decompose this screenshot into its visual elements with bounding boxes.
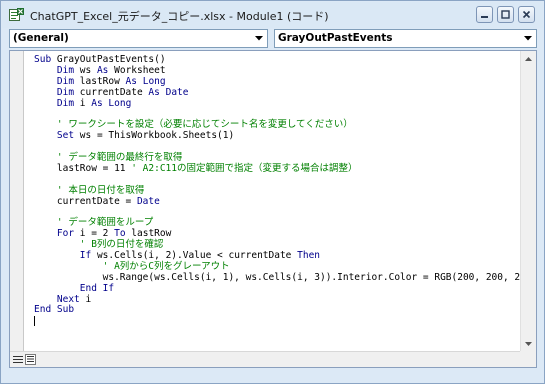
- scroll-up-icon: [525, 57, 532, 61]
- procedure-view-icon: [12, 356, 23, 363]
- code-line[interactable]: ' 本日の日付を取得: [34, 185, 537, 197]
- margin-indicator-bar[interactable]: [10, 51, 24, 351]
- maximize-icon: [501, 10, 510, 19]
- procedure-combo-dropdown[interactable]: [520, 30, 536, 47]
- excel-vba-icon: [9, 8, 24, 21]
- procedure-combo[interactable]: GrayOutPastEvents: [274, 29, 537, 48]
- full-module-view-icon: [27, 356, 34, 362]
- chevron-down-icon: [524, 36, 532, 41]
- object-combo-dropdown[interactable]: [251, 30, 267, 47]
- code-line[interactable]: End Sub: [34, 305, 537, 316]
- code-line[interactable]: Set ws = ThisWorkbook.Sheets(1): [34, 130, 537, 142]
- window-title: ChatGPT_Excel_元データ_コピー.xlsx - Module1 (コ…: [30, 10, 329, 23]
- close-button[interactable]: [518, 6, 535, 23]
- code-window: ChatGPT_Excel_元データ_コピー.xlsx - Module1 (コ…: [0, 0, 545, 384]
- code-line[interactable]: Next i: [34, 294, 537, 306]
- title-bar[interactable]: ChatGPT_Excel_元データ_コピー.xlsx - Module1 (コ…: [2, 2, 543, 28]
- code-line[interactable]: Dim i As Long: [34, 98, 537, 110]
- full-module-view-button[interactable]: [25, 354, 36, 365]
- code-editor[interactable]: Sub GrayOutPastEvents() Dim ws As Worksh…: [9, 50, 537, 368]
- code-text[interactable]: Sub GrayOutPastEvents() Dim ws As Worksh…: [34, 54, 537, 327]
- maximize-button[interactable]: [497, 6, 514, 23]
- scroll-down-icon: [525, 342, 532, 346]
- vertical-scrollbar[interactable]: [520, 51, 536, 352]
- code-line[interactable]: End If: [34, 283, 537, 295]
- scroll-up-button[interactable]: [521, 51, 536, 67]
- procedure-combo-value: GrayOutPastEvents: [278, 32, 393, 44]
- horizontal-scrollbar[interactable]: [10, 351, 520, 367]
- window-controls: [476, 6, 535, 24]
- scrollbar-corner: [520, 351, 536, 367]
- object-combo-value: (General): [13, 32, 69, 44]
- code-line[interactable]: currentDate = Date: [34, 196, 537, 208]
- close-icon: [522, 10, 531, 19]
- code-cursor-line[interactable]: [34, 316, 537, 327]
- minimize-button[interactable]: [476, 6, 493, 23]
- chevron-down-icon: [255, 36, 263, 41]
- scroll-down-button[interactable]: [521, 336, 536, 352]
- code-line[interactable]: lastRow = 11 ' A2:C11の固定範囲で指定（変更する場合は調整）: [34, 163, 537, 175]
- procedure-view-button[interactable]: [12, 354, 23, 365]
- minimize-icon: [481, 16, 488, 18]
- text-cursor: [34, 316, 35, 327]
- object-combo[interactable]: (General): [9, 29, 268, 48]
